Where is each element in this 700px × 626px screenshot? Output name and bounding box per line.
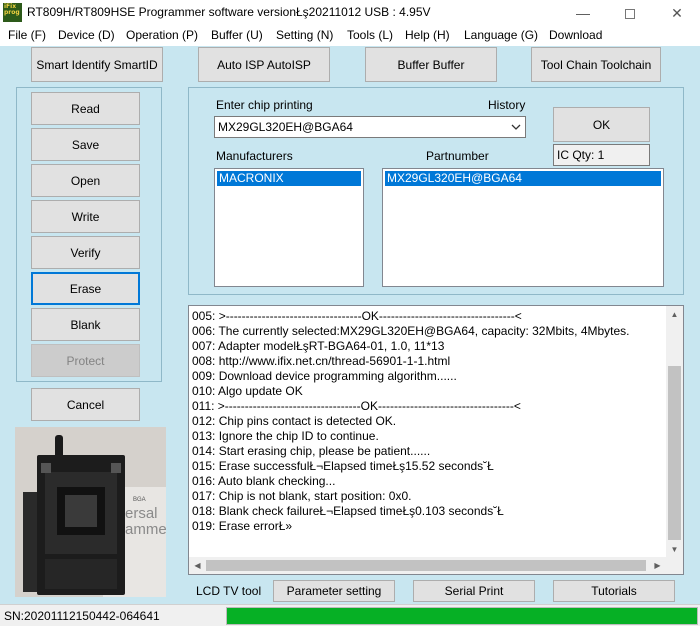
log-line: 014: Start erasing chip, please be patie… bbox=[192, 444, 431, 458]
scroll-left-icon[interactable]: ◀ bbox=[189, 557, 206, 574]
title-bar: iFix prog RT809H/RT809HSE Programmer sof… bbox=[0, 0, 700, 26]
log-line: 018: Blank check failureŁ¬Elapsed timeŁş… bbox=[192, 504, 504, 518]
adapter-label-text: BGA bbox=[133, 497, 146, 503]
partnumber-list[interactable]: MX29GL320EH@BGA64 bbox=[382, 168, 664, 287]
scroll-down-icon[interactable]: ▼ bbox=[666, 541, 683, 558]
log-line: 013: Ignore the chip ID to continue. bbox=[192, 429, 379, 443]
toolchain-button[interactable]: Tool Chain Toolchain bbox=[531, 47, 661, 82]
ok-button[interactable]: OK bbox=[553, 107, 650, 142]
log-line: 009: Download device programming algorit… bbox=[192, 369, 457, 383]
smart-identify-button[interactable]: Smart Identify SmartID bbox=[31, 47, 163, 82]
adapter-label-text: ersal bbox=[125, 505, 158, 522]
enter-chip-label: Enter chip printing bbox=[216, 98, 313, 112]
manufacturers-label: Manufacturers bbox=[216, 149, 293, 163]
adapter-photo: ersal amme BGA bbox=[15, 427, 166, 597]
log-horizontal-scrollbar[interactable]: ◀ ▶ bbox=[189, 557, 666, 574]
scroll-right-icon[interactable]: ▶ bbox=[649, 557, 666, 574]
history-label: History bbox=[488, 98, 526, 112]
buffer-button[interactable]: Buffer Buffer bbox=[365, 47, 497, 82]
serial-number: SN:20201112150442-064641 bbox=[4, 609, 160, 623]
scroll-up-icon[interactable]: ▲ bbox=[666, 306, 683, 323]
menu-buffer[interactable]: Buffer (U) bbox=[211, 28, 263, 42]
log-line: 011: >----------------------------------… bbox=[192, 399, 521, 413]
chevron-down-icon bbox=[511, 124, 521, 130]
save-button[interactable]: Save bbox=[31, 128, 140, 161]
log-lines: 005: >----------------------------------… bbox=[192, 309, 662, 534]
chip-printing-value: MX29GL320EH@BGA64 bbox=[218, 120, 353, 134]
log-line: 007: Adapter modelŁşRT-BGA64-01, 1.0, 11… bbox=[192, 339, 445, 353]
serial-print-button[interactable]: Serial Print bbox=[413, 580, 535, 602]
scroll-corner bbox=[666, 557, 683, 574]
menu-device[interactable]: Device (D) bbox=[58, 28, 115, 42]
open-button[interactable]: Open bbox=[31, 164, 140, 197]
read-button[interactable]: Read bbox=[31, 92, 140, 125]
log-line: 012: Chip pins contact is detected OK. bbox=[192, 414, 397, 428]
log-line: 016: Auto blank checking... bbox=[192, 474, 336, 488]
lcd-tv-tool-label: LCD TV tool bbox=[196, 584, 262, 598]
minimize-button[interactable]: — bbox=[560, 0, 606, 26]
tutorials-button[interactable]: Tutorials bbox=[553, 580, 675, 602]
scroll-thumb[interactable] bbox=[668, 366, 681, 540]
menu-setting[interactable]: Setting (N) bbox=[276, 28, 333, 42]
log-line: 019: Erase errorŁ» bbox=[192, 519, 293, 533]
progress-fill bbox=[227, 608, 697, 624]
scroll-thumb[interactable] bbox=[206, 560, 646, 571]
menu-help[interactable]: Help (H) bbox=[405, 28, 450, 42]
log-vertical-scrollbar[interactable]: ▲ ▼ bbox=[666, 306, 683, 558]
protect-button[interactable]: Protect bbox=[31, 344, 140, 377]
menu-file[interactable]: File (F) bbox=[8, 28, 46, 42]
log-line: 006: The currently selected:MX29GL320EH@… bbox=[192, 324, 630, 338]
menu-language[interactable]: Language (G) bbox=[464, 28, 538, 42]
log-line: 017: Chip is not blank, start position: … bbox=[192, 489, 412, 503]
app-logo-icon: iFix prog bbox=[3, 3, 22, 22]
menu-operation[interactable]: Operation (P) bbox=[126, 28, 198, 42]
verify-button[interactable]: Verify bbox=[31, 236, 140, 269]
window-title: RT809H/RT809HSE Programmer software vers… bbox=[27, 5, 431, 19]
log-line: 005: >----------------------------------… bbox=[192, 309, 522, 323]
close-button[interactable]: ✕ bbox=[654, 0, 700, 26]
log-output[interactable]: 005: >----------------------------------… bbox=[188, 305, 684, 575]
maximize-button[interactable] bbox=[607, 0, 653, 26]
chip-printing-combobox[interactable]: MX29GL320EH@BGA64 bbox=[214, 116, 526, 138]
erase-button[interactable]: Erase bbox=[31, 272, 140, 305]
cancel-button[interactable]: Cancel bbox=[31, 388, 140, 421]
write-button[interactable]: Write bbox=[31, 200, 140, 233]
partnumber-label: Partnumber bbox=[426, 149, 489, 163]
menu-download[interactable]: Download bbox=[549, 28, 602, 42]
blank-button[interactable]: Blank bbox=[31, 308, 140, 341]
menu-tools[interactable]: Tools (L) bbox=[347, 28, 393, 42]
list-item[interactable]: MACRONIX bbox=[217, 171, 361, 186]
log-line: 010: Algo update OK bbox=[192, 384, 303, 398]
list-item[interactable]: MX29GL320EH@BGA64 bbox=[385, 171, 661, 186]
log-line: 008: http://www.ifix.net.cn/thread-56901… bbox=[192, 354, 451, 368]
maximize-icon bbox=[625, 9, 635, 20]
progress-bar bbox=[226, 607, 698, 625]
menu-bar: File (F) Device (D) Operation (P) Buffer… bbox=[0, 26, 700, 46]
log-line: 015: Erase successfulŁ¬Elapsed timeŁş15.… bbox=[192, 459, 494, 473]
auto-isp-button[interactable]: Auto ISP AutoISP bbox=[198, 47, 330, 82]
ic-qty-field: IC Qty: 1 bbox=[553, 144, 650, 166]
status-bar: SN:20201112150442-064641 bbox=[0, 604, 700, 626]
adapter-label-text: amme bbox=[125, 521, 166, 538]
manufacturers-list[interactable]: MACRONIX bbox=[214, 168, 364, 287]
parameter-setting-button[interactable]: Parameter setting bbox=[273, 580, 395, 602]
